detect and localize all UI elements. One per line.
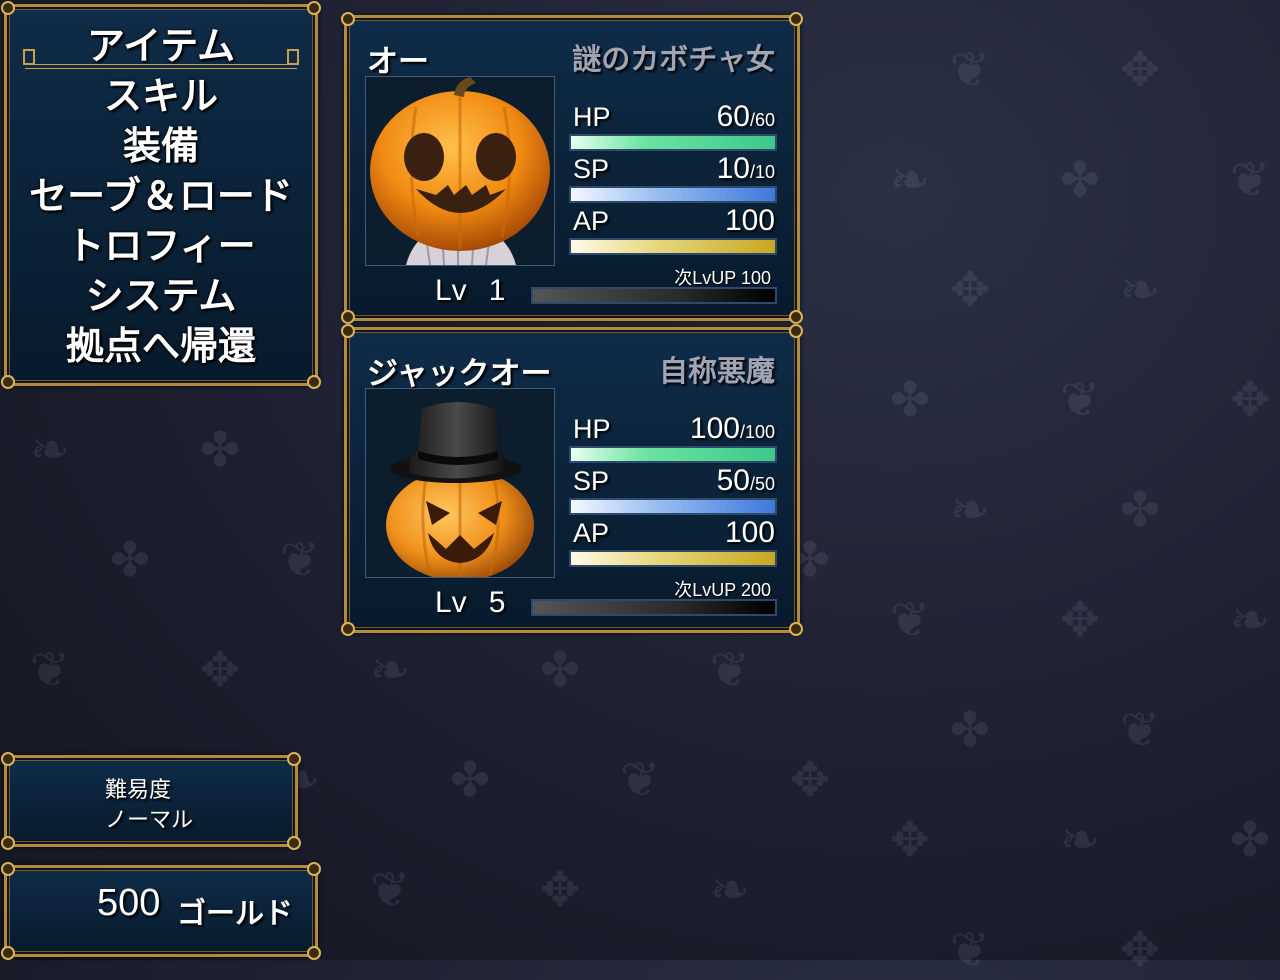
sp-bar: [569, 186, 777, 203]
sp-value: 50/50: [716, 464, 775, 497]
damask-ornament: ✤: [199, 422, 241, 478]
damask-ornament: ❦: [1119, 702, 1161, 758]
ap-label: AP: [573, 206, 610, 236]
hp-label: HP: [573, 414, 611, 444]
damask-ornament: ✥: [199, 642, 241, 698]
damask-ornament: ✥: [889, 812, 931, 868]
damask-ornament: ✥: [789, 752, 831, 808]
damask-ornament: ❧: [949, 482, 991, 538]
menu-item-save-load[interactable]: セーブ＆ロード: [7, 171, 315, 221]
damask-ornament: ✤: [1119, 482, 1161, 538]
ap-gauge: AP 100: [569, 516, 779, 568]
damask-ornament: ❧: [1059, 812, 1101, 868]
damask-ornament: ❧: [889, 152, 931, 208]
hp-bar: [569, 446, 777, 463]
damask-ornament: ❦: [29, 642, 71, 698]
hp-value: 100/100: [689, 412, 775, 445]
ap-label: AP: [573, 518, 610, 548]
actor-class: 自称悪魔: [658, 354, 775, 388]
sp-label: SP: [573, 154, 610, 184]
menu-item-return-base[interactable]: 拠点へ帰還: [7, 321, 315, 371]
damask-ornament: ✤: [449, 752, 491, 808]
actor-card-oh[interactable]: オー 謎のカボチャ女 HP 60/60 SP 10/10 AP 100 Lv 1…: [341, 12, 803, 324]
damask-ornament: ✤: [889, 372, 931, 428]
menu-item-items[interactable]: アイテム: [7, 21, 315, 71]
damask-ornament: ❦: [1059, 372, 1101, 428]
damask-ornament: ❦: [619, 752, 661, 808]
gold-panel: 500 ゴールド: [1, 862, 321, 960]
sp-label: SP: [573, 466, 610, 496]
sp-gauge: SP 50/50: [569, 464, 779, 516]
sp-gauge: SP 10/10: [569, 152, 779, 204]
ap-bar: [569, 550, 777, 567]
damask-ornament: ❧: [1119, 262, 1161, 318]
hp-gauge: HP 100/100: [569, 412, 779, 464]
menu-item-trophy[interactable]: トロフィー: [7, 221, 315, 271]
damask-ornament: ❧: [369, 642, 411, 698]
damask-ornament: ✥: [1229, 372, 1271, 428]
damask-ornament: ❦: [709, 642, 751, 698]
jack-o-lantern-top-hat-icon: [365, 388, 555, 578]
actor-name: オー: [367, 44, 429, 80]
difficulty-value: ノーマル: [105, 808, 194, 833]
level-display: Lv 5: [435, 586, 506, 619]
ap-bar: [569, 238, 777, 255]
damask-ornament: ❦: [949, 922, 991, 978]
damask-ornament: ❧: [1229, 592, 1271, 648]
exp-bar: [531, 599, 777, 616]
level-display: Lv 1: [435, 274, 506, 307]
sp-bar: [569, 498, 777, 515]
menu-item-skills[interactable]: スキル: [7, 71, 315, 121]
gold-unit: ゴールド: [177, 896, 294, 930]
actor-name: ジャックオー: [367, 356, 552, 392]
damask-ornament: ✥: [1119, 922, 1161, 978]
actor-card-jack-o[interactable]: ジャックオー 自称悪魔 HP 100/100 SP 50/50 AP 100 L…: [341, 324, 803, 636]
hp-bar: [569, 134, 777, 151]
command-menu: アイテム スキル 装備 セーブ＆ロード トロフィー システム 拠点へ帰還: [1, 1, 321, 389]
damask-ornament: ✥: [539, 862, 581, 918]
damask-ornament: ✥: [949, 262, 991, 318]
ap-gauge: AP 100: [569, 204, 779, 256]
damask-ornament: ❦: [369, 862, 411, 918]
hp-label: HP: [573, 102, 611, 132]
damask-ornament: ❧: [29, 422, 71, 478]
damask-ornament: ✥: [1059, 592, 1101, 648]
damask-ornament: ✤: [949, 702, 991, 758]
gold-amount: 500: [97, 882, 161, 924]
difficulty-panel: 難易度 ノーマル: [1, 752, 301, 850]
damask-ornament: ✤: [1059, 152, 1101, 208]
damask-ornament: ✤: [539, 642, 581, 698]
actor-class: 謎のカボチャ女: [572, 42, 775, 76]
hp-value: 60/60: [716, 100, 775, 133]
damask-ornament: ✤: [1229, 812, 1271, 868]
damask-ornament: ✤: [109, 532, 151, 588]
hp-gauge: HP 60/60: [569, 100, 779, 152]
sp-value: 10/10: [716, 152, 775, 185]
difficulty-label: 難易度: [105, 778, 172, 803]
ap-value: 100: [724, 516, 775, 549]
damask-ornament: ✥: [1119, 42, 1161, 98]
ap-value: 100: [724, 204, 775, 237]
damask-ornament: ❦: [889, 592, 931, 648]
damask-ornament: ❦: [1229, 152, 1271, 208]
menu-item-equip[interactable]: 装備: [7, 121, 315, 171]
damask-ornament: ❦: [949, 42, 991, 98]
menu-item-system[interactable]: システム: [7, 271, 315, 321]
exp-bar: [531, 287, 777, 304]
damask-ornament: ❧: [709, 862, 751, 918]
damask-ornament: ❦: [279, 532, 321, 588]
pumpkin-head-girl-icon: [365, 76, 555, 266]
